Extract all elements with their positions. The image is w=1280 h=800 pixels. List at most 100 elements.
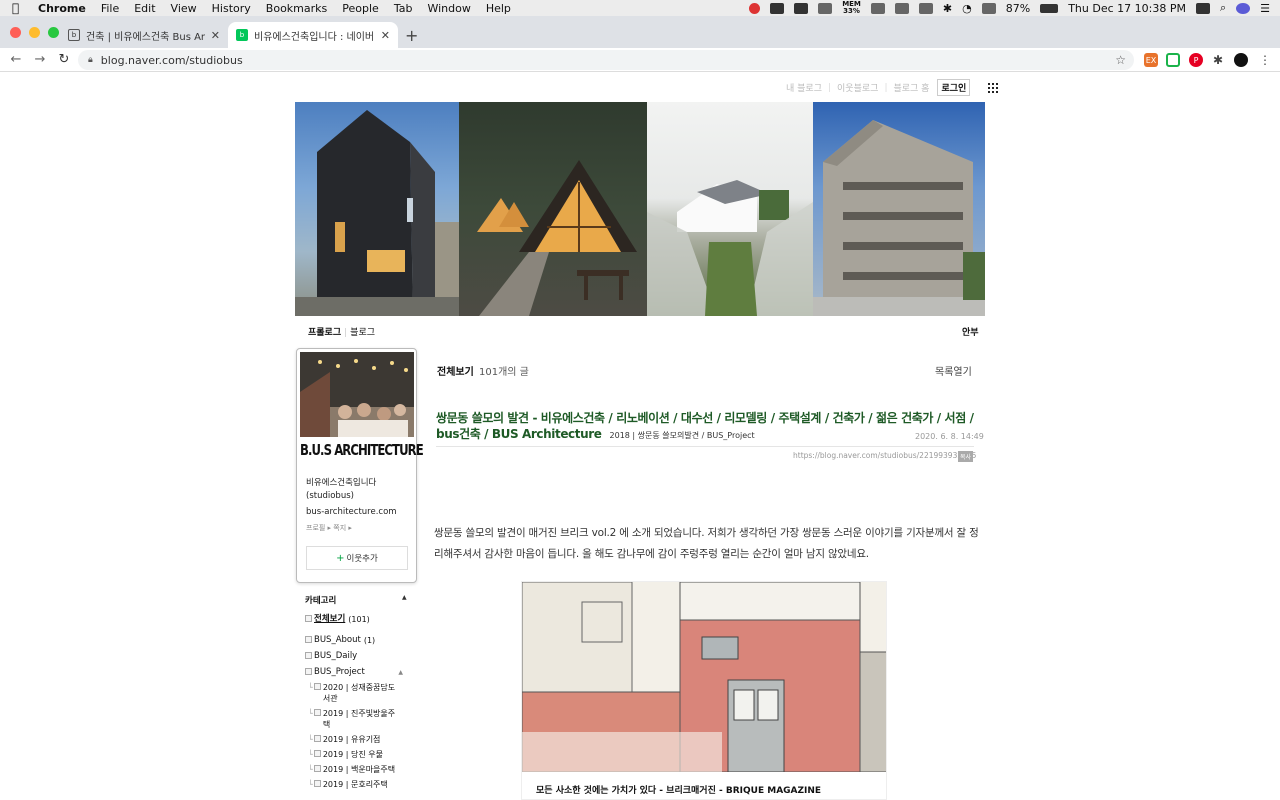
record-icon[interactable] bbox=[749, 2, 761, 14]
brick-building-sketch-illustration bbox=[522, 582, 886, 773]
memory-monitor[interactable]: MEM 33% bbox=[842, 1, 861, 15]
cloud-icon[interactable] bbox=[794, 2, 809, 14]
profile-homepage-link[interactable]: bus-architecture.com bbox=[306, 507, 397, 517]
folder-icon bbox=[313, 683, 321, 690]
category-item-2019-munho[interactable]: └ 2019 | 문호리주택 bbox=[305, 779, 415, 790]
menu-edit[interactable]: Edit bbox=[134, 2, 155, 15]
close-tab-icon[interactable]: ✕ bbox=[211, 29, 220, 42]
menu-file[interactable]: File bbox=[101, 2, 119, 15]
profile-photo[interactable] bbox=[300, 352, 414, 437]
blog-link[interactable]: 블로그 bbox=[350, 328, 375, 338]
siri-icon[interactable] bbox=[1236, 2, 1251, 14]
volume-icon[interactable] bbox=[981, 2, 996, 14]
battery-percent[interactable]: 87% bbox=[1006, 2, 1030, 15]
banner-photo-a-frame bbox=[459, 102, 647, 316]
close-tab-icon[interactable]: ✕ bbox=[381, 29, 390, 42]
collapse-caret-icon[interactable]: ▲ bbox=[402, 594, 407, 601]
apple-icon[interactable]:  bbox=[12, 1, 26, 15]
guestbook-link[interactable]: 안부 bbox=[962, 325, 979, 338]
profile-avatar[interactable] bbox=[1234, 53, 1248, 67]
category-label: 2019 | 유유기점 bbox=[322, 735, 381, 744]
login-button[interactable]: 로그인 bbox=[937, 79, 971, 96]
all-posts-label[interactable]: 전체보기 bbox=[437, 367, 474, 378]
url-text[interactable]: blog.naver.com/studiobus bbox=[101, 54, 243, 67]
category-item-2019-pearl-house[interactable]: └ 2019 | 진주빛방울주택 bbox=[305, 708, 415, 730]
white-house-greenhouse-illustration bbox=[647, 180, 813, 316]
neighbor-blog-link[interactable]: 이웃블로그 bbox=[837, 81, 878, 94]
clipboard-icon[interactable] bbox=[870, 2, 885, 14]
address-bar[interactable]: 🔒︎ blog.naver.com/studiobus ☆ bbox=[78, 50, 1134, 70]
collapse-caret-icon[interactable]: ▲ bbox=[398, 667, 403, 678]
blog-home-link[interactable]: 블로그 홈 bbox=[893, 81, 929, 94]
tab-naver-blog[interactable]: b 비유에스건축입니다 : 네이버 블로그 ✕ bbox=[228, 22, 398, 48]
global-nav: 내 블로그 | 이웃블로그 | 블로그 홈 로그인 bbox=[786, 79, 1004, 96]
maximize-window-button[interactable] bbox=[48, 27, 59, 38]
post-category[interactable]: 2018 | 쌍문동 쓸모의발견 / BUS_Project bbox=[610, 431, 755, 440]
menu-view[interactable]: View bbox=[171, 2, 197, 15]
menu-history[interactable]: History bbox=[212, 2, 251, 15]
post-count: 101개의 글 bbox=[479, 367, 529, 378]
post-list-header: 전체보기 101개의 글 bbox=[437, 363, 529, 378]
dropbox-icon[interactable] bbox=[770, 2, 785, 14]
category-label: 2019 | 문호리주택 bbox=[322, 780, 388, 789]
category-item-project[interactable]: BUS_Project ▲ bbox=[305, 667, 415, 678]
battery-icon[interactable] bbox=[1040, 3, 1059, 13]
extension-green-icon[interactable] bbox=[1166, 53, 1180, 67]
input-source-icon[interactable] bbox=[1195, 2, 1210, 14]
prologue-link[interactable]: 프롤로그 bbox=[308, 328, 341, 338]
forward-arrow-icon[interactable]: → bbox=[28, 52, 52, 67]
profile-links[interactable]: 프로필 ▸ 쪽지 ▸ bbox=[306, 523, 352, 533]
copy-url-button[interactable]: 복사 bbox=[958, 451, 974, 462]
lock-icon[interactable]: 🔒︎ bbox=[88, 55, 93, 65]
folder-icon bbox=[313, 750, 321, 757]
open-list-button[interactable]: 목록열기 bbox=[935, 363, 972, 378]
category-label: 전체보기 bbox=[314, 614, 346, 624]
blog-banner bbox=[295, 102, 985, 316]
post-permalink[interactable]: https://blog.naver.com/studiobus/2219939… bbox=[793, 451, 976, 460]
category-list: 전체보기 (101) BUS_About (1) BUS_Daily BUS_P… bbox=[305, 614, 415, 794]
naver-blog-page: 내 블로그 | 이웃블로그 | 블로그 홈 로그인 프롤로그 | 블로그 안부 … bbox=[0, 73, 1280, 800]
menu-help[interactable]: Help bbox=[486, 2, 511, 15]
category-item-daily[interactable]: BUS_Daily bbox=[305, 651, 415, 662]
spotlight-icon[interactable]: ⌕ bbox=[1220, 1, 1226, 15]
back-arrow-icon[interactable]: ← bbox=[4, 52, 28, 67]
extension-orange-icon[interactable]: EX bbox=[1144, 53, 1158, 67]
post-title[interactable]: 쌍문동 쓸모의 발견 - 비유에스건축 / 리노베이션 / 대수선 / 리모델링… bbox=[436, 410, 976, 444]
sync-icon[interactable] bbox=[818, 2, 833, 14]
menu-bookmarks[interactable]: Bookmarks bbox=[266, 2, 327, 15]
glasses-icon[interactable] bbox=[894, 2, 909, 14]
clock[interactable]: Thu Dec 17 10:38 PM bbox=[1068, 2, 1186, 15]
close-window-button[interactable] bbox=[10, 27, 21, 38]
tab-bus-architecture[interactable]: b 건축 | 비유에스건축 Bus Architect ✕ bbox=[60, 22, 228, 48]
wifi-icon[interactable]: ◔ bbox=[962, 2, 972, 15]
folder-icon bbox=[305, 615, 312, 622]
menu-people[interactable]: People bbox=[342, 2, 379, 15]
menu-app-name[interactable]: Chrome bbox=[38, 2, 86, 15]
category-label: BUS_About bbox=[314, 635, 361, 645]
apps-grid-icon[interactable] bbox=[988, 82, 999, 93]
category-item-all[interactable]: 전체보기 (101) bbox=[305, 614, 415, 625]
image-caption[interactable]: 모든 사소한 것에는 가치가 있다 - 브리크매거진 - BRIQUE MAGA… bbox=[522, 772, 886, 799]
extensions-puzzle-icon[interactable]: ✱ bbox=[1211, 53, 1225, 67]
new-tab-icon[interactable]: + bbox=[405, 26, 418, 45]
bluetooth-icon[interactable]: ✱ bbox=[943, 2, 952, 15]
display-icon[interactable] bbox=[918, 2, 933, 14]
post-image[interactable]: 모든 사소한 것에는 가치가 있다 - 브리크매거진 - BRIQUE MAGA… bbox=[521, 581, 887, 800]
category-label: 2019 | 당진 우물 bbox=[322, 750, 383, 759]
control-center-icon[interactable]: ☰ bbox=[1260, 2, 1270, 15]
category-item-2019-dangjin[interactable]: └ 2019 | 당진 우물 bbox=[305, 749, 415, 760]
bookmark-star-icon[interactable]: ☆ bbox=[1115, 53, 1126, 67]
my-blog-link[interactable]: 내 블로그 bbox=[786, 81, 822, 94]
menu-tab[interactable]: Tab bbox=[394, 2, 413, 15]
reload-icon[interactable]: ↻ bbox=[52, 52, 76, 67]
category-item-2020-library[interactable]: └ 2020 | 성재중꿈담도서관 bbox=[305, 682, 415, 704]
add-neighbor-button[interactable]: + 이웃추가 bbox=[306, 546, 408, 570]
category-item-2019-baekun[interactable]: └ 2019 | 백운마을주택 bbox=[305, 764, 415, 775]
minimize-window-button[interactable] bbox=[29, 27, 40, 38]
category-item-2019-yuyu[interactable]: └ 2019 | 유유기점 bbox=[305, 734, 415, 745]
pinterest-icon[interactable]: P bbox=[1189, 53, 1203, 67]
menu-window[interactable]: Window bbox=[427, 2, 470, 15]
kebab-menu-icon[interactable]: ⋮ bbox=[1258, 53, 1272, 67]
post-date: 2020. 6. 8. 14:49 bbox=[915, 432, 984, 441]
category-item-about[interactable]: BUS_About (1) bbox=[305, 635, 415, 646]
